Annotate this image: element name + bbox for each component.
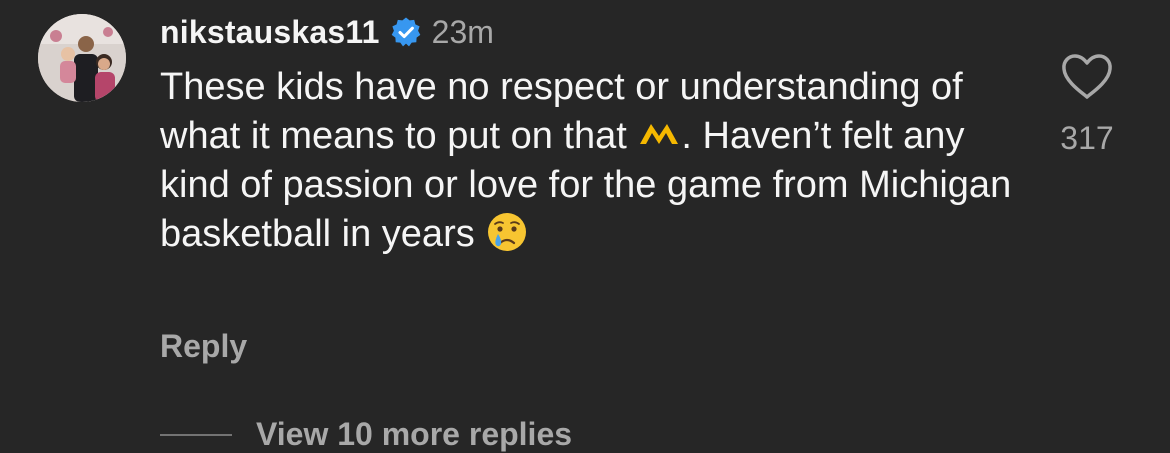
comment-header: nikstauskas11 23m [160,10,494,54]
view-replies-label: View 10 more replies [256,416,573,452]
michigan-m-logo-icon [640,124,679,144]
like-count: 317 [1060,120,1114,156]
verified-badge-icon [391,17,420,47]
comment-text: These kids have no respect or understand… [160,63,1040,259]
comment: nikstauskas11 23m These kids have no res… [0,0,1170,452]
avatar[interactable] [38,14,126,102]
avatar-photo-icon [38,14,126,102]
reply-button[interactable]: Reply [160,328,247,365]
view-replies-button[interactable]: View 10 more replies [160,416,572,453]
crying-face-icon [488,213,527,251]
username[interactable]: nikstauskas11 [160,14,380,51]
timestamp: 23m [431,13,494,50]
like-heart-icon[interactable] [1060,52,1114,102]
